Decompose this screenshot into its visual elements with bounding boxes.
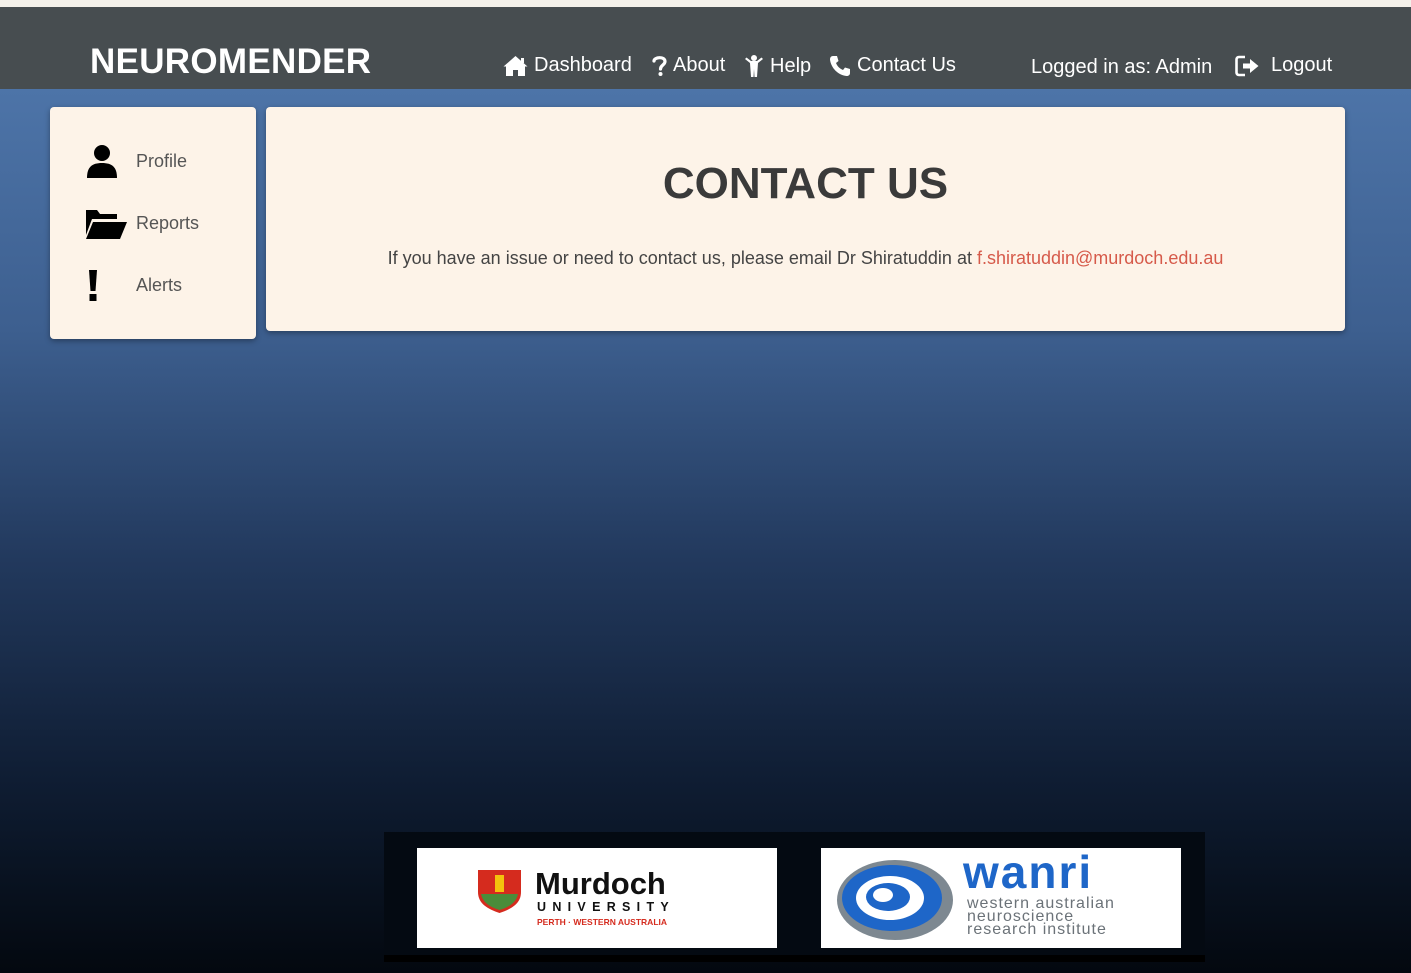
nav-contact-label: Contact Us bbox=[857, 54, 956, 76]
sidebar-item-label: Alerts bbox=[136, 275, 183, 295]
sidebar-item-label: Profile bbox=[136, 151, 188, 171]
home-icon bbox=[503, 55, 528, 77]
nav-help-label: Help bbox=[770, 54, 812, 77]
nav-help-link[interactable]: Help bbox=[744, 54, 811, 78]
logout-link[interactable]: Logout bbox=[1235, 54, 1332, 77]
sidebar-item-reports[interactable]: Reports bbox=[84, 205, 244, 245]
contact-message: If you have an issue or need to contact … bbox=[266, 248, 1345, 269]
exclamation-icon bbox=[84, 267, 128, 307]
nav-about-link[interactable]: About bbox=[652, 54, 725, 77]
question-icon bbox=[652, 55, 667, 77]
page-title: CONTACT US bbox=[662, 159, 949, 208]
wanri-name: wanri bbox=[962, 848, 1093, 898]
sidebar-item-label: Reports bbox=[136, 213, 200, 233]
contact-message-text: If you have an issue or need to contact … bbox=[387, 248, 977, 268]
murdoch-sub: UNIVERSITY bbox=[537, 900, 675, 914]
footer-bottom-line bbox=[384, 955, 1205, 962]
logout-icon bbox=[1235, 55, 1261, 77]
nav-contact-link[interactable]: Contact Us bbox=[829, 54, 956, 77]
nav-dashboard-link[interactable]: Dashboard bbox=[503, 54, 632, 77]
wanri-line3: research institute bbox=[967, 921, 1107, 938]
nav-about-label: About bbox=[673, 54, 726, 76]
nav-dashboard-label: Dashboard bbox=[534, 54, 632, 76]
sidebar-item-profile[interactable]: Profile bbox=[84, 143, 244, 183]
wanri-logo[interactable]: wanri western australian neuroscience re… bbox=[821, 846, 1181, 948]
sidebar: Profile Reports Alerts bbox=[50, 107, 256, 339]
contact-panel: CONTACT US If you have an issue or need … bbox=[266, 107, 1345, 331]
phone-icon bbox=[829, 55, 851, 77]
person-help-icon bbox=[744, 54, 764, 78]
folder-open-icon bbox=[84, 205, 128, 245]
murdoch-tagline: PERTH · WESTERN AUSTRALIA bbox=[537, 917, 667, 927]
top-strip bbox=[0, 0, 1411, 7]
sidebar-item-alerts[interactable]: Alerts bbox=[84, 267, 244, 307]
murdoch-logo[interactable]: Murdoch UNIVERSITY PERTH · WESTERN AUSTR… bbox=[417, 848, 777, 948]
email-link[interactable]: f.shiratuddin@murdoch.edu.au bbox=[977, 248, 1223, 268]
brand-title[interactable]: NEUROMENDER bbox=[90, 42, 371, 82]
murdoch-name: Murdoch bbox=[535, 866, 666, 901]
logged-in-status: Logged in as: Admin bbox=[1031, 56, 1213, 78]
user-icon bbox=[84, 143, 128, 183]
logout-label: Logout bbox=[1271, 54, 1333, 76]
